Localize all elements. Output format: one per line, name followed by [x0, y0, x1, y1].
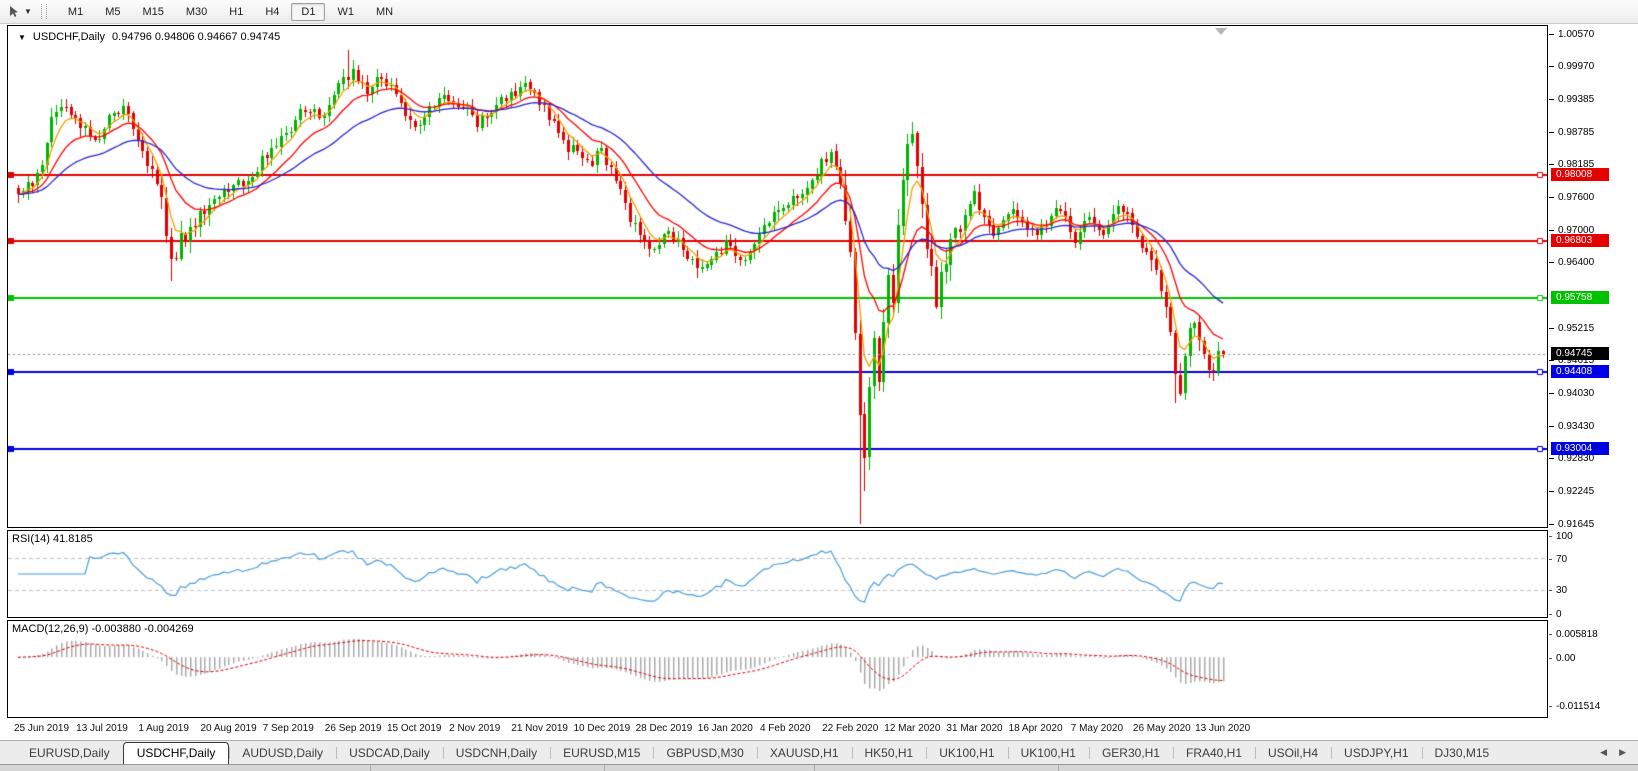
price-tick-label: 0.95215	[1549, 322, 1594, 334]
price-tick-label: 0.92245	[1549, 485, 1594, 497]
level-price-badge: 0.98008	[1551, 168, 1609, 181]
level-price-badge: 0.96803	[1551, 234, 1609, 247]
chart-tab-bar: EURUSD,DailyUSDCHF,DailyAUDUSD,DailyUSDC…	[0, 740, 1638, 764]
rsi-tick-label: 30	[1549, 585, 1567, 597]
date-tick-label: 26 May 2020	[1133, 723, 1191, 734]
date-tick-label: 25 Jun 2019	[14, 723, 69, 734]
price-tick-label: 0.93430	[1549, 420, 1594, 432]
chevron-down-icon[interactable]: ▼	[24, 7, 32, 16]
tab-usdchf-daily[interactable]: USDCHF,Daily	[123, 742, 230, 764]
tab-scroll-arrows: ◀▶	[1600, 747, 1626, 758]
tab-xauusd-h1[interactable]: XAUUSD,H1	[757, 743, 852, 764]
cursor-tool-icon[interactable]	[5, 4, 23, 20]
status-strip-separator	[370, 765, 371, 771]
status-strip-separator	[1058, 765, 1059, 771]
rsi-tick-label: 100	[1549, 530, 1573, 542]
price-tick-label: 0.94030	[1549, 387, 1594, 399]
price-tick-label: 0.96400	[1549, 257, 1594, 269]
tab-scroll-right-icon[interactable]: ▶	[1619, 747, 1626, 758]
macd-tick-label: 0.00	[1549, 652, 1575, 664]
timeframe-button-h1[interactable]: H1	[219, 3, 253, 21]
rsi-pane[interactable]: RSI(14) 41.8185	[7, 531, 1548, 617]
tab-dj30-m15[interactable]: DJ30,M15	[1422, 743, 1503, 764]
price-pane[interactable]: ▼ USDCHF,Daily 0.94796 0.94806 0.94667 0…	[7, 25, 1548, 528]
level-price-badge: 0.95758	[1551, 291, 1609, 304]
date-tick-label: 28 Dec 2019	[636, 723, 693, 734]
tab-usdjpy-h1[interactable]: USDJPY,H1	[1331, 743, 1421, 764]
date-tick-label: 10 Dec 2019	[573, 723, 630, 734]
timeframe-button-m30[interactable]: M30	[176, 3, 217, 21]
tab-usoil-h4[interactable]: USOil,H4	[1255, 743, 1331, 764]
rsi-indicator-label: RSI(14) 41.8185	[12, 533, 93, 545]
date-tick-label: 15 Oct 2019	[387, 723, 441, 734]
date-tick-label: 26 Sep 2019	[325, 723, 382, 734]
price-tick-label: 0.91645	[1549, 518, 1594, 530]
macd-tick-label: 0.005818	[1549, 628, 1598, 640]
macd-tick-label: -0.011514	[1549, 700, 1600, 712]
rsi-tick-label: 70	[1549, 553, 1567, 565]
tab-gbpusd-m30[interactable]: GBPUSD,M30	[653, 743, 756, 764]
tab-fra40-h1[interactable]: FRA40,H1	[1173, 743, 1255, 764]
date-tick-label: 13 Jul 2019	[76, 723, 128, 734]
tab-usdcnh-daily[interactable]: USDCNH,Daily	[443, 743, 550, 764]
price-tick-label: 0.98785	[1549, 126, 1594, 138]
date-tick-label: 7 Sep 2019	[263, 723, 314, 734]
chart-symbol-label: USDCHF,Daily	[33, 31, 105, 43]
tab-usdcad-daily[interactable]: USDCAD,Daily	[336, 743, 443, 764]
time-axis[interactable]: 25 Jun 2019 13 Jul 2019 1 Aug 2019 20 Aug 2…	[7, 720, 1548, 740]
chart-window: ▼ USDCHF,Daily 0.94796 0.94806 0.94667 0…	[0, 24, 1638, 740]
tab-ger30-h1[interactable]: GER30,H1	[1089, 743, 1173, 764]
date-tick-label: 1 Aug 2019	[138, 723, 189, 734]
candlestick-chart-canvas[interactable]	[8, 26, 1547, 527]
price-tick-label: 0.99970	[1549, 61, 1594, 73]
level-price-badge: 0.94408	[1551, 365, 1609, 378]
price-tick-label: 0.99385	[1549, 93, 1594, 105]
tab-eurusd-m15[interactable]: EURUSD,M15	[550, 743, 653, 764]
level-price-badge: 0.93004	[1551, 442, 1609, 455]
status-strip-separator	[604, 765, 605, 771]
timeframe-toolbar: ▼ M1M5M15M30H1H4D1W1MN	[0, 0, 1638, 24]
timeframe-button-m1[interactable]: M1	[58, 3, 93, 21]
timeframe-button-m15[interactable]: M15	[132, 3, 173, 21]
date-tick-label: 22 Feb 2020	[822, 723, 878, 734]
rsi-chart-canvas[interactable]	[8, 531, 1547, 617]
date-tick-label: 12 Mar 2020	[884, 723, 940, 734]
timeframe-button-m5[interactable]: M5	[95, 3, 130, 21]
timeframe-button-d1[interactable]: D1	[291, 3, 325, 21]
macd-indicator-label: MACD(12,26,9) -0.003880 -0.004269	[12, 623, 194, 635]
rsi-tick-label: 0	[1549, 608, 1562, 620]
date-tick-label: 21 Nov 2019	[511, 723, 568, 734]
price-tick-label: 0.97600	[1549, 191, 1594, 203]
date-tick-label: 31 Mar 2020	[946, 723, 1002, 734]
macd-chart-canvas[interactable]	[8, 621, 1547, 717]
chart-dropdown-icon[interactable]: ▼	[18, 33, 26, 42]
tab-hk50-h1[interactable]: HK50,H1	[852, 743, 927, 764]
chart-header: ▼ USDCHF,Daily 0.94796 0.94806 0.94667 0…	[18, 31, 280, 43]
date-tick-label: 2 Nov 2019	[449, 723, 500, 734]
chart-ohlc-values: 0.94796 0.94806 0.94667 0.94745	[112, 31, 280, 43]
timeframe-button-mn[interactable]: MN	[366, 3, 403, 21]
status-strip-separator	[814, 765, 815, 771]
date-tick-label: 13 Jun 2020	[1195, 723, 1250, 734]
tab-uk100-h1[interactable]: UK100,H1	[926, 743, 1007, 764]
date-tick-label: 16 Jan 2020	[698, 723, 753, 734]
date-tick-label: 18 Apr 2020	[1009, 723, 1063, 734]
current-price-badge: 0.94745	[1551, 347, 1609, 360]
price-axis[interactable]: 1.005700.999700.993850.987850.981850.976…	[1549, 25, 1638, 739]
timeframe-button-w1[interactable]: W1	[327, 3, 364, 21]
date-tick-label: 4 Feb 2020	[760, 723, 811, 734]
price-tick-label: 1.00570	[1549, 28, 1594, 40]
tab-eurusd-daily[interactable]: EURUSD,Daily	[16, 743, 123, 764]
timeframe-buttons: M1M5M15M30H1H4D1W1MN	[57, 3, 404, 21]
tab-uk100-h1[interactable]: UK100,H1	[1008, 743, 1089, 764]
timeframe-button-h4[interactable]: H4	[255, 3, 289, 21]
macd-pane[interactable]: MACD(12,26,9) -0.003880 -0.004269	[7, 621, 1548, 718]
date-tick-label: 7 May 2020	[1071, 723, 1123, 734]
tab-scroll-left-icon[interactable]: ◀	[1600, 747, 1607, 758]
chart-shift-marker-icon[interactable]	[1215, 28, 1227, 35]
date-tick-label: 20 Aug 2019	[200, 723, 256, 734]
tab-audusd-daily[interactable]: AUDUSD,Daily	[229, 743, 336, 764]
toolbar-grip[interactable]	[41, 4, 47, 19]
